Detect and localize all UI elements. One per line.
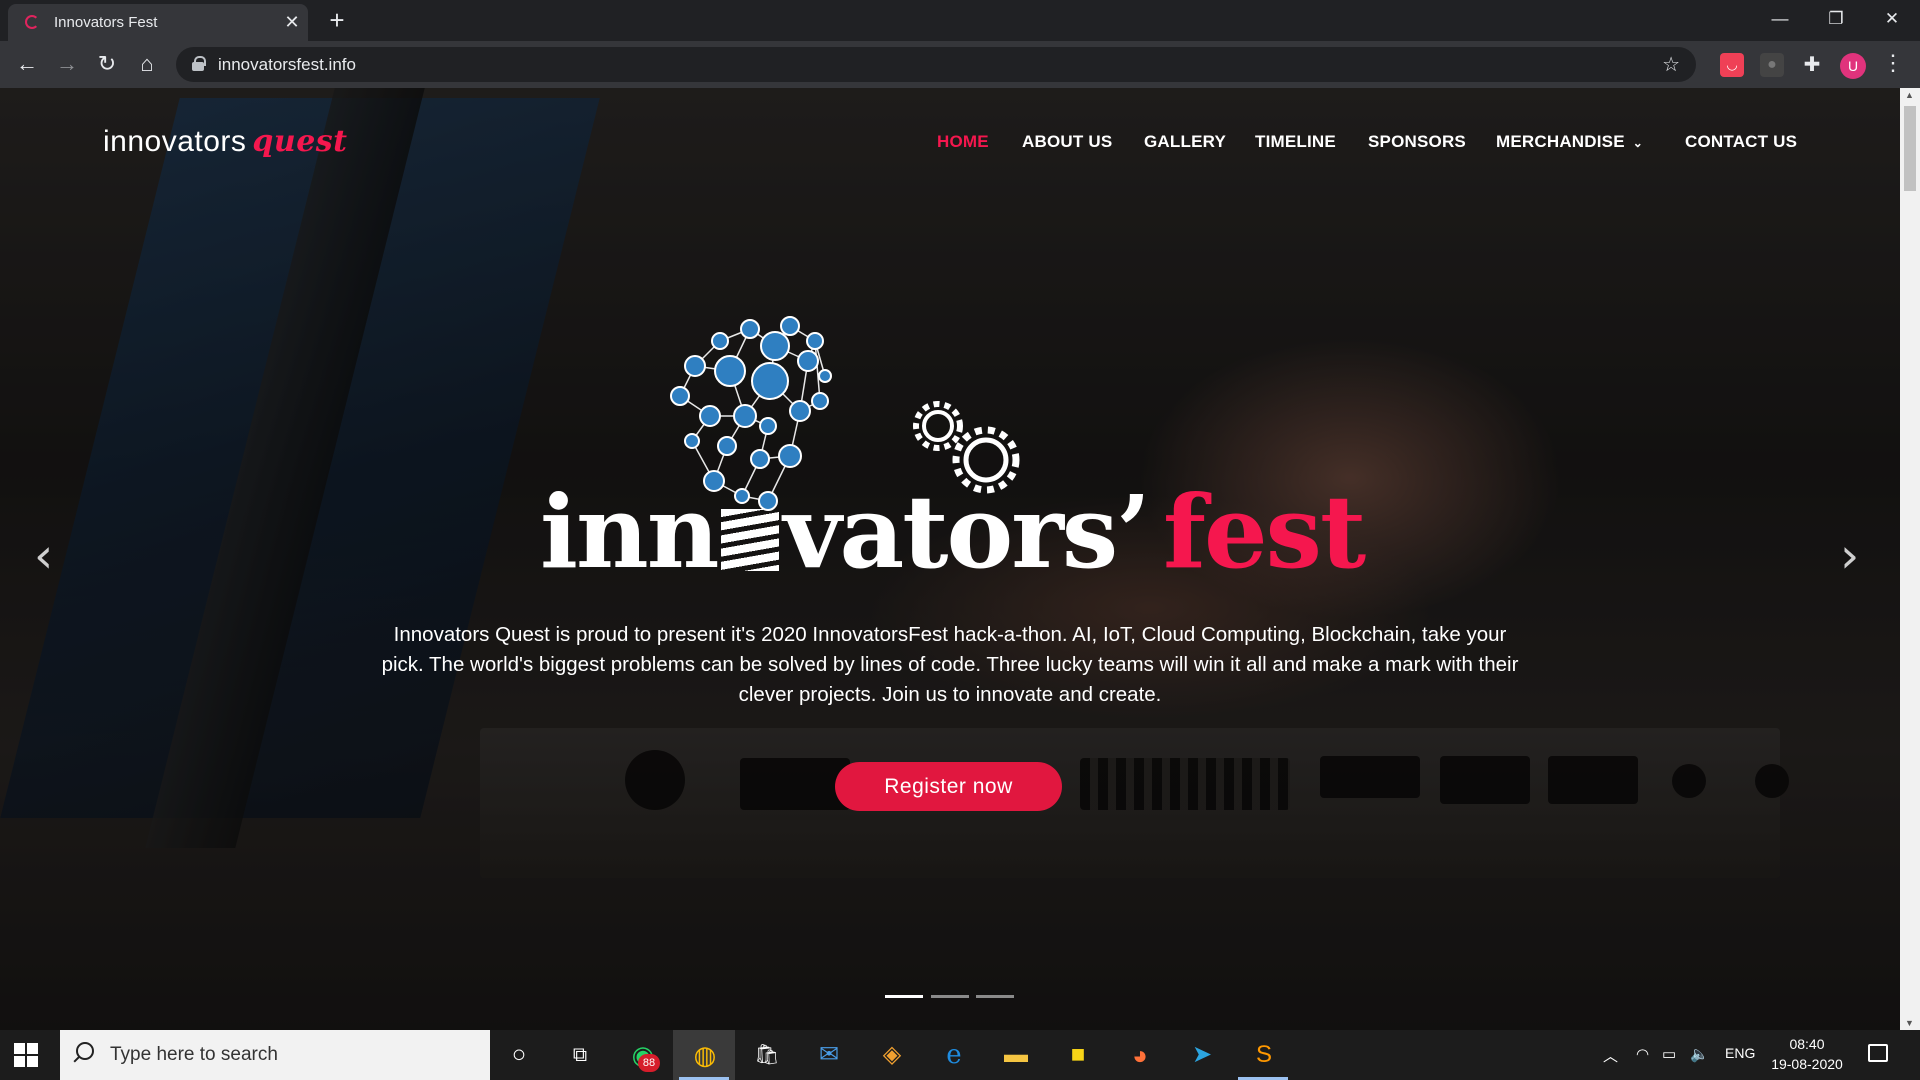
site-logo-accent: quest — [252, 124, 348, 159]
close-window-button[interactable]: ✕ — [1864, 0, 1920, 38]
carousel-indicator-3[interactable] — [976, 995, 1014, 998]
edge-icon[interactable]: e — [938, 1039, 970, 1071]
file-explorer-icon[interactable]: ▬ — [1000, 1039, 1032, 1071]
nav-sponsors[interactable]: SPONSORS — [1368, 132, 1466, 152]
carousel-next-icon[interactable]: › — [1840, 528, 1859, 584]
extensions-puzzle-icon[interactable]: ✚ — [1800, 53, 1824, 77]
language-indicator[interactable]: ENG — [1725, 1045, 1755, 1061]
nav-timeline[interactable]: TIMELINE — [1255, 132, 1336, 152]
scroll-down-arrow-icon[interactable]: ▼ — [1905, 1018, 1914, 1028]
pocket-extension-icon[interactable]: ◡ — [1720, 53, 1744, 77]
windows-start-icon[interactable] — [14, 1043, 38, 1067]
page-viewport: innovators quest HOME ABOUT US GALLERY TI… — [0, 88, 1900, 1030]
browser-menu-icon[interactable]: ⋮ — [1882, 50, 1904, 76]
forward-arrow-icon[interactable]: → — [52, 49, 82, 79]
hero-description: Innovators Quest is proud to present it'… — [381, 623, 1519, 706]
nav-merchandise[interactable]: MERCHANDISE ⌄ — [1496, 132, 1643, 152]
carousel-indicator-1[interactable] — [885, 995, 923, 998]
wifi-icon[interactable]: ◠ — [1636, 1045, 1649, 1063]
search-icon — [76, 1042, 94, 1060]
battery-icon[interactable]: ▭ — [1662, 1045, 1676, 1063]
nav-home[interactable]: HOME — [937, 132, 989, 152]
hero-title-part1: inn — [540, 473, 719, 591]
chrome-icon[interactable]: ◍ — [689, 1039, 721, 1071]
nav-contact-us[interactable]: CONTACT US — [1685, 132, 1797, 152]
whatsapp-unread-badge: 88 — [638, 1054, 660, 1072]
bookmark-star-icon[interactable]: ☆ — [1662, 52, 1680, 77]
home-icon[interactable]: ⌂ — [132, 49, 162, 79]
profile-avatar[interactable]: U — [1840, 53, 1866, 79]
nav-gallery[interactable]: GALLERY — [1144, 132, 1226, 152]
nav-merchandise-label: MERCHANDISE — [1496, 132, 1625, 151]
task-view-icon[interactable]: ⧉ — [564, 1039, 596, 1071]
url-text[interactable]: innovatorsfest.info — [218, 55, 356, 75]
sticky-notes-icon[interactable]: ■ — [1062, 1039, 1094, 1071]
chevron-down-icon: ⌄ — [1632, 136, 1644, 150]
clock-time: 08:40 — [1789, 1036, 1825, 1052]
tab-close-button[interactable]: ✕ — [281, 11, 303, 33]
telegram-icon[interactable]: ➤ — [1186, 1039, 1218, 1071]
site-favicon-icon — [25, 15, 39, 29]
hero-title-o-icon — [721, 509, 780, 571]
taskbar-search-box[interactable]: Type here to search — [60, 1030, 490, 1080]
minimize-button[interactable]: — — [1752, 0, 1808, 38]
back-arrow-icon[interactable]: ← — [12, 49, 42, 79]
action-center-icon[interactable] — [1868, 1044, 1888, 1062]
brave-browser-icon[interactable]: ◈ — [876, 1039, 908, 1071]
page-scrollbar[interactable]: ▲ ▼ — [1900, 88, 1920, 1030]
sublime-text-icon[interactable]: S — [1248, 1039, 1280, 1071]
taskbar-clock[interactable]: 08:40 19-08-2020 — [1770, 1034, 1844, 1074]
browser-tab-strip: Innovators Fest ✕ + — ❐ ✕ — [0, 0, 1920, 41]
carousel-indicator-2[interactable] — [931, 995, 969, 998]
hero-title-part2: vators’ — [783, 473, 1151, 591]
cortana-icon[interactable]: ○ — [503, 1039, 535, 1071]
hero-title-accent: fest — [1163, 473, 1366, 591]
nav-about-us[interactable]: ABOUT US — [1022, 132, 1112, 152]
new-tab-button[interactable]: + — [322, 6, 352, 36]
mail-icon[interactable]: ✉ — [813, 1039, 845, 1071]
tab-title: Innovators Fest — [54, 14, 158, 31]
scrollbar-thumb[interactable] — [1904, 106, 1916, 191]
show-hidden-icons-chevron-icon[interactable]: ︿ — [1603, 1045, 1618, 1066]
extension-icon[interactable]: ● — [1760, 53, 1784, 77]
reload-icon[interactable]: ↻ — [92, 49, 122, 79]
volume-icon[interactable]: 🔈 — [1690, 1045, 1709, 1063]
browser-tab[interactable]: Innovators Fest ✕ — [8, 4, 308, 41]
register-now-button[interactable]: Register now — [835, 762, 1062, 811]
lock-icon[interactable] — [192, 56, 206, 72]
clock-date: 19-08-2020 — [1771, 1056, 1843, 1072]
site-logo[interactable]: innovators quest — [103, 124, 348, 159]
microsoft-store-icon[interactable]: 🛍 — [751, 1039, 783, 1071]
hero-title: inn vators’ fest — [540, 473, 1366, 591]
restore-button[interactable]: ❐ — [1808, 0, 1864, 38]
taskbar-search-placeholder: Type here to search — [110, 1044, 278, 1065]
firefox-icon[interactable]: ◕ — [1124, 1039, 1156, 1071]
address-bar[interactable]: innovatorsfest.info ☆ — [176, 47, 1696, 82]
site-logo-primary: innovators — [103, 125, 247, 158]
carousel-prev-icon[interactable]: ‹ — [34, 528, 53, 584]
browser-toolbar: ← → ↻ ⌂ innovatorsfest.info ☆ — [0, 41, 1920, 88]
windows-taskbar: Type here to search ○ ⧉ ◉ 88 ◍ 🛍 ✉ ◈ e ▬… — [0, 1030, 1920, 1080]
scroll-up-arrow-icon[interactable]: ▲ — [1905, 90, 1914, 100]
